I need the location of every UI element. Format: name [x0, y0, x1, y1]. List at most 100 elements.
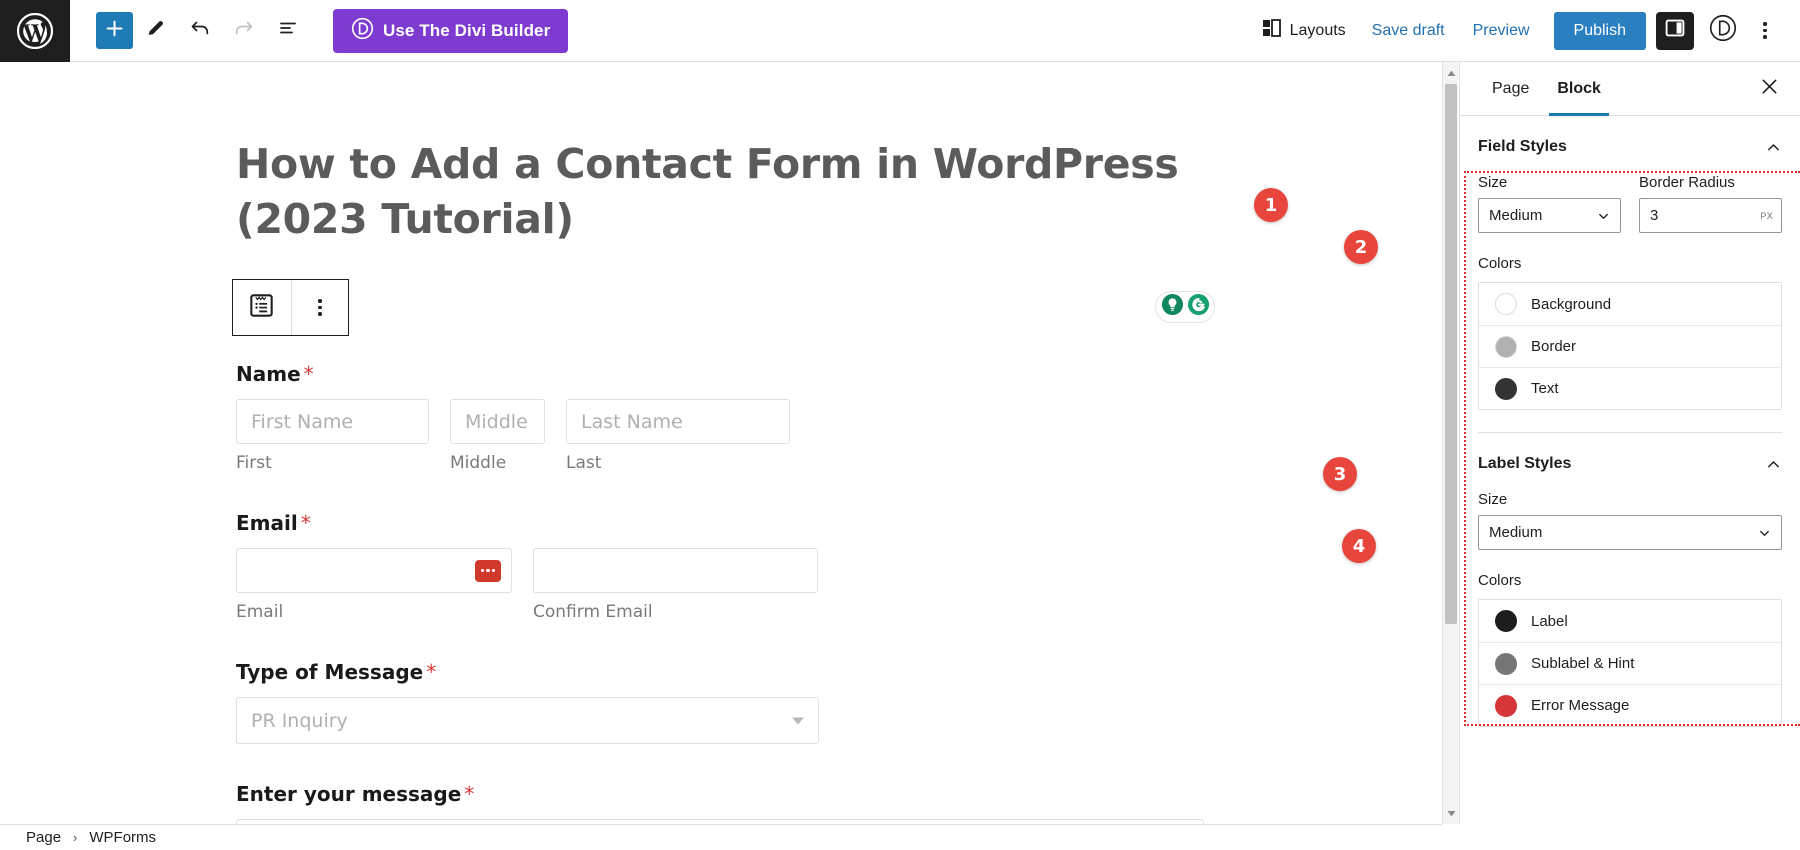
type-of-message-value: PR Inquiry [251, 709, 348, 732]
document-overview-button[interactable] [267, 10, 309, 52]
middle-name-input[interactable]: Middle [450, 399, 545, 444]
preview-button[interactable]: Preview [1459, 22, 1544, 40]
block-toolbar [232, 279, 349, 336]
field-border-radius-unit: PX [1760, 210, 1773, 221]
tab-page[interactable]: Page [1478, 62, 1543, 116]
color-row-error-message[interactable]: Error Message [1479, 684, 1781, 726]
email-input[interactable] [236, 548, 512, 593]
breadcrumb-item-page[interactable]: Page [26, 829, 61, 846]
layouts-icon [1262, 18, 1282, 43]
settings-sidebar-toggle-button[interactable] [1656, 11, 1694, 50]
first-name-input[interactable]: First Name [236, 399, 429, 444]
breadcrumb-separator-icon: › [73, 830, 78, 845]
swatch-text[interactable] [1495, 377, 1517, 400]
use-divi-builder-button[interactable]: Use The Divi Builder [333, 8, 569, 53]
password-manager-badge-icon[interactable] [475, 559, 501, 582]
swatch-label[interactable] [1495, 610, 1517, 632]
block-type-button[interactable] [233, 280, 291, 335]
chevron-up-icon[interactable] [1765, 456, 1782, 473]
add-block-button[interactable] [96, 12, 133, 49]
required-marker: * [426, 660, 437, 684]
sublabel-confirm-email: Confirm Email [533, 602, 653, 622]
tab-block[interactable]: Block [1543, 62, 1615, 116]
form-field-message: Enter your message * [236, 782, 1236, 824]
swatch-border[interactable] [1495, 335, 1517, 358]
block-more-options-button[interactable] [290, 280, 349, 335]
editor-top-bar: Use The Divi Builder Layouts Save draft … [0, 0, 1800, 62]
field-border-radius-control: Border Radius 3 PX [1639, 174, 1782, 233]
more-options-button[interactable] [1748, 12, 1782, 50]
breadcrumb-item-wpforms[interactable]: WPForms [89, 829, 156, 846]
chevron-up-icon[interactable] [1765, 139, 1782, 156]
field-border-radius-label: Border Radius [1639, 174, 1735, 191]
lightbulb-icon [1161, 293, 1184, 321]
middle-name-placeholder: Middle [465, 410, 528, 433]
callout-3: 3 [1323, 457, 1357, 491]
wpforms-form-preview: Name * First Name Middle Last Name First … [236, 362, 1236, 824]
panel-label-styles-header[interactable]: Label Styles [1478, 433, 1782, 473]
field-size-select[interactable]: Medium [1478, 198, 1621, 233]
canvas-scrollbar[interactable] [1442, 62, 1458, 824]
required-marker: * [300, 511, 311, 535]
swatch-error-message[interactable] [1495, 694, 1517, 717]
last-name-input[interactable]: Last Name [566, 399, 790, 444]
label-colors-list: Label Sublabel & Hint Error Message [1478, 599, 1782, 727]
panel-label-styles: Label Styles Size Medium Colors Label Su… [1478, 433, 1782, 727]
list-view-icon [276, 16, 300, 45]
wpforms-block-icon [248, 292, 275, 324]
wordpress-logo-button[interactable] [0, 0, 70, 62]
confirm-email-input[interactable] [533, 548, 818, 593]
close-sidebar-button[interactable] [1752, 72, 1786, 106]
undo-button[interactable] [179, 10, 221, 52]
panel-field-styles-header[interactable]: Field Styles [1478, 116, 1782, 156]
first-name-placeholder: First Name [251, 410, 354, 433]
color-row-sublabel-hint[interactable]: Sublabel & Hint [1479, 642, 1781, 684]
publish-button[interactable]: Publish [1553, 11, 1646, 50]
label-size-label: Size [1478, 491, 1508, 508]
swatch-sublabel-hint[interactable] [1495, 652, 1517, 675]
sublabel-first: First [236, 453, 272, 473]
block-settings-sidebar: Page Block Field Styles Size Medium Bord… [1459, 62, 1800, 824]
color-row-background[interactable]: Background [1479, 283, 1781, 325]
top-bar-left-tools: Use The Divi Builder [70, 8, 569, 53]
page-title[interactable]: How to Add a Contact Form in WordPress (… [236, 137, 1236, 248]
scrollbar-thumb[interactable] [1445, 84, 1457, 624]
field-label-text: Enter your message [236, 782, 462, 806]
divi-options-button[interactable] [1704, 12, 1742, 50]
grammarly-widget[interactable] [1155, 291, 1215, 323]
field-border-radius-input[interactable]: 3 PX [1639, 198, 1782, 233]
color-row-label[interactable]: Label [1479, 600, 1781, 642]
sidebar-content: Field Styles Size Medium Border Radius 3… [1460, 116, 1800, 727]
divi-builder-label: Use The Divi Builder [383, 20, 551, 40]
layouts-button[interactable]: Layouts [1250, 18, 1358, 43]
label-size-value: Medium [1489, 524, 1543, 541]
field-label-text: Name [236, 362, 301, 386]
vertical-dots-icon [1763, 22, 1767, 39]
last-name-placeholder: Last Name [581, 410, 683, 433]
field-size-control: Size Medium [1478, 174, 1621, 233]
type-of-message-select[interactable]: PR Inquiry [236, 697, 819, 744]
pencil-icon [145, 17, 167, 44]
redo-arrow-icon [232, 16, 256, 45]
redo-button[interactable] [223, 10, 265, 52]
required-marker: * [303, 362, 314, 386]
color-label-text: Text [1531, 380, 1559, 397]
color-row-border[interactable]: Border [1479, 325, 1781, 367]
wordpress-logo-icon [17, 12, 53, 49]
form-field-type-of-message: Type of Message * PR Inquiry [236, 660, 1236, 744]
callout-1: 1 [1254, 188, 1288, 222]
required-marker: * [464, 782, 475, 806]
panel-field-styles: Field Styles Size Medium Border Radius 3… [1478, 116, 1782, 410]
color-label-background: Background [1531, 295, 1612, 313]
save-draft-button[interactable]: Save draft [1358, 22, 1459, 40]
edit-tool-button[interactable] [135, 10, 177, 52]
chevron-down-icon [792, 717, 804, 724]
color-row-text[interactable]: Text [1479, 367, 1781, 409]
callout-2: 2 [1344, 230, 1378, 264]
label-size-select[interactable]: Medium [1478, 515, 1782, 550]
editor-canvas: How to Add a Contact Form in WordPress (… [0, 62, 1442, 824]
scroll-down-arrow-icon[interactable] [1443, 804, 1459, 822]
scroll-up-arrow-icon[interactable] [1443, 64, 1459, 82]
swatch-background[interactable] [1495, 293, 1517, 315]
field-label-name: Name * [236, 362, 1236, 386]
